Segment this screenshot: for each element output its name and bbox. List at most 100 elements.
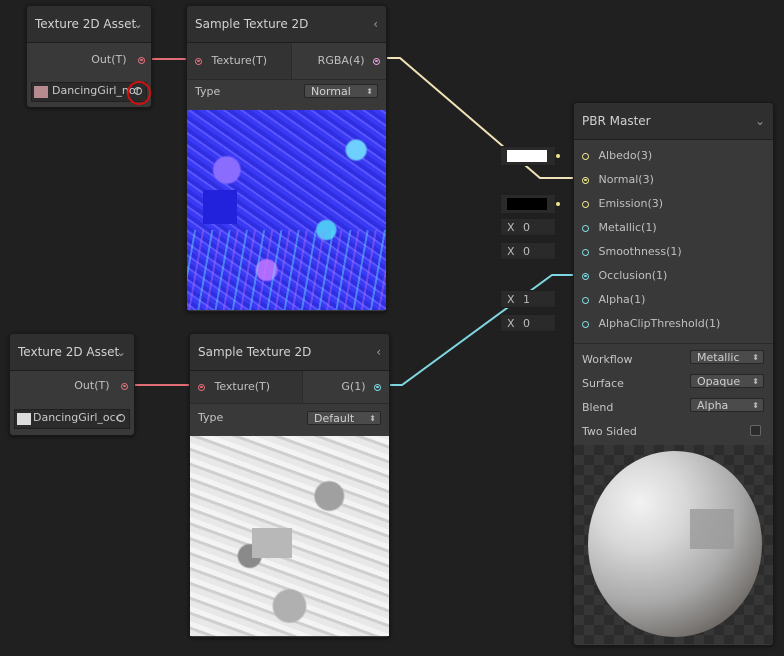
alpha-value: 1 xyxy=(523,293,531,306)
metallic-port[interactable] xyxy=(582,224,589,232)
surface-label: Surface xyxy=(582,377,624,390)
albedo-color-swatch xyxy=(507,150,547,162)
axis-label: X xyxy=(507,317,515,330)
g-output-row: G(1) xyxy=(341,375,381,399)
texture-name: DancingGirl_occ xyxy=(33,411,122,424)
sample-texture-2d-node-2[interactable]: Sample Texture 2D ‹ Texture(T) G(1) Type… xyxy=(189,333,390,638)
alpha-clip-value: 0 xyxy=(523,317,531,330)
g-output-label: G(1) xyxy=(341,380,366,393)
axis-label: X xyxy=(507,221,515,234)
blend-dropdown[interactable]: Alpha ⬍ xyxy=(690,398,764,412)
axis-label: X xyxy=(507,245,515,258)
workflow-value: Metallic xyxy=(697,351,740,364)
smoothness-label: Smoothness(1) xyxy=(598,245,682,258)
normal-port[interactable] xyxy=(582,176,589,184)
alpha-clip-threshold-label: AlphaClipThreshold(1) xyxy=(598,317,721,330)
surface-value: Opaque xyxy=(697,375,741,388)
port-alpha-clip-threshold: AlphaClipThreshold(1) xyxy=(582,312,720,336)
alpha-value-field[interactable]: X 1 xyxy=(500,290,556,308)
albedo-label: Albedo(3) xyxy=(598,149,653,162)
emission-connector-dot xyxy=(556,202,560,206)
chevron-down-icon[interactable]: ⌄ xyxy=(116,334,126,370)
alpha-label: Alpha(1) xyxy=(598,293,646,306)
out-port-row: Out(T) xyxy=(91,48,145,72)
chevron-left-icon[interactable]: ‹ xyxy=(376,334,381,370)
dropdown-arrow-icon: ⬍ xyxy=(752,377,759,386)
node-header[interactable]: PBR Master ⌄ xyxy=(574,103,773,140)
port-normal: Normal(3) xyxy=(582,168,654,192)
emission-label: Emission(3) xyxy=(598,197,664,210)
emission-color-swatch xyxy=(507,198,547,210)
out-port-row: Out(T) xyxy=(74,374,128,398)
preview-dark-block xyxy=(203,190,237,224)
out-port-label: Out(T) xyxy=(91,53,127,66)
albedo-color-field[interactable] xyxy=(500,146,556,166)
albedo-port[interactable] xyxy=(582,152,589,160)
smoothness-value: 0 xyxy=(523,245,531,258)
node-header[interactable]: Sample Texture 2D ‹ xyxy=(190,334,389,371)
chevron-down-icon[interactable]: ⌄ xyxy=(133,6,143,42)
type-label: Type xyxy=(198,411,224,424)
node-header[interactable]: Sample Texture 2D ‹ xyxy=(187,6,386,43)
node-title: Sample Texture 2D xyxy=(195,17,309,31)
out-port[interactable] xyxy=(121,382,128,390)
texture-input-port[interactable] xyxy=(195,57,202,65)
smoothness-port[interactable] xyxy=(582,248,589,256)
emission-port[interactable] xyxy=(582,200,589,208)
preview-sphere xyxy=(588,451,762,637)
blend-value: Alpha xyxy=(697,399,729,412)
emission-color-field[interactable] xyxy=(500,194,556,214)
metallic-value-field[interactable]: X 0 xyxy=(500,218,556,236)
out-port[interactable] xyxy=(138,56,145,64)
alpha-port[interactable] xyxy=(582,296,589,304)
occlusion-port[interactable] xyxy=(582,272,589,280)
type-value: Normal xyxy=(311,85,351,98)
port-smoothness: Smoothness(1) xyxy=(582,240,682,264)
texture-thumbnail xyxy=(17,413,31,425)
blend-label: Blend xyxy=(582,401,614,414)
two-sided-label: Two Sided xyxy=(582,425,637,438)
workflow-dropdown[interactable]: Metallic ⬍ xyxy=(690,350,764,364)
material-preview xyxy=(574,445,773,644)
rgba-output-label: RGBA(4) xyxy=(317,54,365,67)
texture-input-label: Texture(T) xyxy=(211,54,268,67)
dropdown-arrow-icon: ⬍ xyxy=(752,401,759,410)
type-label: Type xyxy=(195,85,221,98)
object-picker-icon[interactable] xyxy=(117,414,125,422)
texture-input-port[interactable] xyxy=(198,383,205,391)
alpha-clip-value-field[interactable]: X 0 xyxy=(500,314,556,332)
node-header[interactable]: Texture 2D Asset ⌄ xyxy=(10,334,134,371)
chevron-left-icon[interactable]: ‹ xyxy=(373,6,378,42)
dropdown-arrow-icon: ⬍ xyxy=(369,414,376,423)
normal-label: Normal(3) xyxy=(598,173,654,186)
smoothness-value-field[interactable]: X 0 xyxy=(500,242,556,260)
two-sided-checkbox[interactable] xyxy=(750,425,761,436)
dropdown-arrow-icon: ⬍ xyxy=(366,87,373,96)
surface-dropdown[interactable]: Opaque ⬍ xyxy=(690,374,764,388)
texture-input-row: Texture(T) xyxy=(198,375,270,399)
preview-grey-block xyxy=(252,528,292,558)
metallic-value: 0 xyxy=(523,221,531,234)
alpha-clip-threshold-port[interactable] xyxy=(582,320,589,328)
texture-object-field[interactable]: DancingGirl_occ xyxy=(14,409,130,429)
rgba-output-port[interactable] xyxy=(373,57,380,65)
g-output-port[interactable] xyxy=(374,383,381,391)
ports-area: Texture(T) RGBA(4) xyxy=(187,43,386,80)
type-dropdown[interactable]: Default ⬍ xyxy=(307,411,381,425)
preview-cyan-streaks xyxy=(187,230,386,310)
highlight-circle xyxy=(127,81,151,105)
node-title: Sample Texture 2D xyxy=(198,345,312,359)
port-occlusion: Occlusion(1) xyxy=(582,264,667,288)
occlusion-map-preview xyxy=(190,436,389,636)
pbr-master-node[interactable]: PBR Master ⌄ Albedo(3) Normal(3) Emissio… xyxy=(573,102,774,646)
sample-texture-2d-node-1[interactable]: Sample Texture 2D ‹ Texture(T) RGBA(4) T… xyxy=(186,5,387,312)
texture-input-row: Texture(T) xyxy=(195,49,267,73)
normal-map-preview xyxy=(187,110,386,310)
albedo-connector-dot xyxy=(556,154,560,158)
type-dropdown[interactable]: Normal ⬍ xyxy=(304,84,378,98)
chevron-down-icon[interactable]: ⌄ xyxy=(755,103,765,139)
texture-2d-asset-node-1[interactable]: Texture 2D Asset ⌄ Out(T) DancingGirl_no… xyxy=(26,5,152,108)
occlusion-label: Occlusion(1) xyxy=(598,269,668,282)
texture-2d-asset-node-2[interactable]: Texture 2D Asset ⌄ Out(T) DancingGirl_oc… xyxy=(9,333,135,436)
node-header[interactable]: Texture 2D Asset ⌄ xyxy=(27,6,151,43)
